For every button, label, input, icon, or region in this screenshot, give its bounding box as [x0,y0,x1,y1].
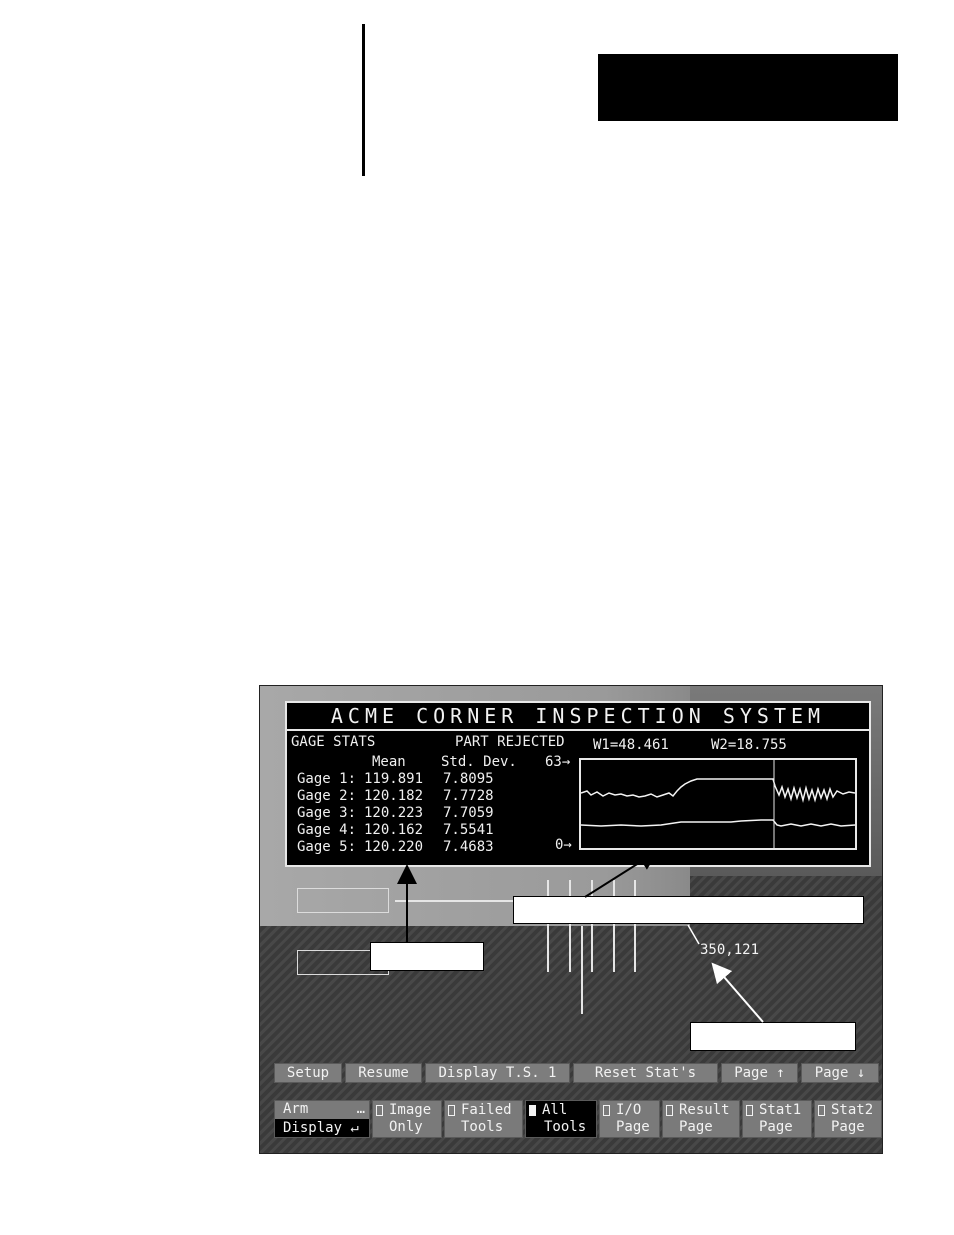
gage-label: Gage 3: [297,805,357,821]
resume-button[interactable]: Resume [345,1063,422,1083]
part-status: PART REJECTED [455,734,565,750]
page-up-button[interactable]: Page ↑ [721,1063,798,1083]
all-tools-button[interactable]: All Tools [525,1100,597,1138]
checkbox-icon [376,1105,383,1116]
scope-scale-min: 0→ [555,837,572,853]
arm-text: Arm [283,1101,309,1117]
panel-title: ACME CORNER INSPECTION SYSTEM [287,703,869,731]
cursor-coordinate: 350,121 [700,942,760,958]
gage-std-dev: 7.5541 [443,822,494,838]
mode-label-line1: Stat1 [759,1102,802,1118]
display-label: Display ↵ [275,1119,369,1137]
gage-line-3 [591,880,593,972]
checkbox-icon [666,1105,673,1116]
stat2-page-button[interactable]: Stat2 Page [814,1100,882,1138]
mode-label-line2: Tools [461,1119,504,1135]
mode-label-line2: Page [831,1119,865,1135]
gage-line-center [581,926,583,1014]
image-only-button[interactable]: Image Only [372,1100,442,1138]
gage-stats-label: GAGE STATS [291,734,376,750]
setup-button[interactable]: Setup [274,1063,342,1083]
mode-label-line1: Failed [461,1102,512,1118]
w2-readout: W2=18.755 [711,737,787,753]
waveform-display [579,758,857,850]
softkey-menu: Setup Resume Display T.S. 1 Reset Stat's… [274,1063,882,1083]
mode-label-line2: Page [679,1119,713,1135]
stats-panel: ACME CORNER INSPECTION SYSTEM GAGE STATS… [285,701,871,867]
gage-mean: 120.182 [364,788,424,804]
io-page-button[interactable]: I/O Page [599,1100,660,1138]
mode-label-line1: Image [389,1102,432,1118]
checkbox-icon [448,1105,455,1116]
display-ts-button[interactable]: Display T.S. 1 [425,1063,570,1083]
gage-line-1 [547,880,549,972]
callout-box-stats [370,942,484,971]
waveform-trace [581,760,855,848]
gage-mean: 120.162 [364,822,424,838]
gage-line-2 [569,880,571,972]
gage-line-5 [634,880,636,972]
mode-label-line2: Tools [544,1119,587,1135]
mode-label-line1: Stat2 [831,1102,874,1118]
gage-std-dev: 7.8095 [443,771,494,787]
mode-label-line1: I/O [616,1102,642,1118]
arm-display-toggle[interactable]: Arm … Display ↵ [274,1100,370,1138]
w1-readout: W1=48.461 [593,737,669,753]
mode-label-line2: Page [759,1119,793,1135]
checkbox-checked-icon [529,1105,536,1116]
arm-label: Arm … [275,1101,369,1119]
window-tool-1[interactable] [297,888,389,913]
mean-header: Mean [372,754,406,770]
gage-label: Gage 4: [297,822,357,838]
std-dev-header: Std. Dev. [441,754,517,770]
gage-std-dev: 7.7059 [443,805,494,821]
gage-label: Gage 1: [297,771,357,787]
mode-label-line2: Page [616,1119,650,1135]
gage-std-dev: 7.7728 [443,788,494,804]
mode-label-line1: Result [679,1102,730,1118]
mode-label-line1: All [542,1102,568,1118]
gage-line-4 [613,880,615,972]
checkbox-icon [746,1105,753,1116]
page-down-button[interactable]: Page ↓ [801,1063,879,1083]
measurement-line [395,900,523,902]
display-mode-row: Arm … Display ↵ Image Only Failed Tools A… [274,1100,882,1138]
gage-std-dev: 7.4683 [443,839,494,855]
gage-mean: 120.223 [364,805,424,821]
gage-mean: 120.220 [364,839,424,855]
gage-label: Gage 5: [297,839,357,855]
result-page-button[interactable]: Result Page [662,1100,740,1138]
margin-rule [362,24,365,176]
callout-box-coordinate [690,1022,856,1051]
callout-box-waveform [513,896,864,924]
checkbox-icon [818,1105,825,1116]
chapter-header-block [598,54,898,121]
failed-tools-button[interactable]: Failed Tools [444,1100,523,1138]
arm-dots: … [356,1101,365,1117]
checkbox-icon [603,1105,610,1116]
mode-label-line2: Only [389,1119,423,1135]
scope-scale-max: 63→ [545,754,571,770]
gage-label: Gage 2: [297,788,357,804]
gage-mean: 119.891 [364,771,424,787]
stat1-page-button[interactable]: Stat1 Page [742,1100,812,1138]
reset-stats-button[interactable]: Reset Stat's [573,1063,718,1083]
